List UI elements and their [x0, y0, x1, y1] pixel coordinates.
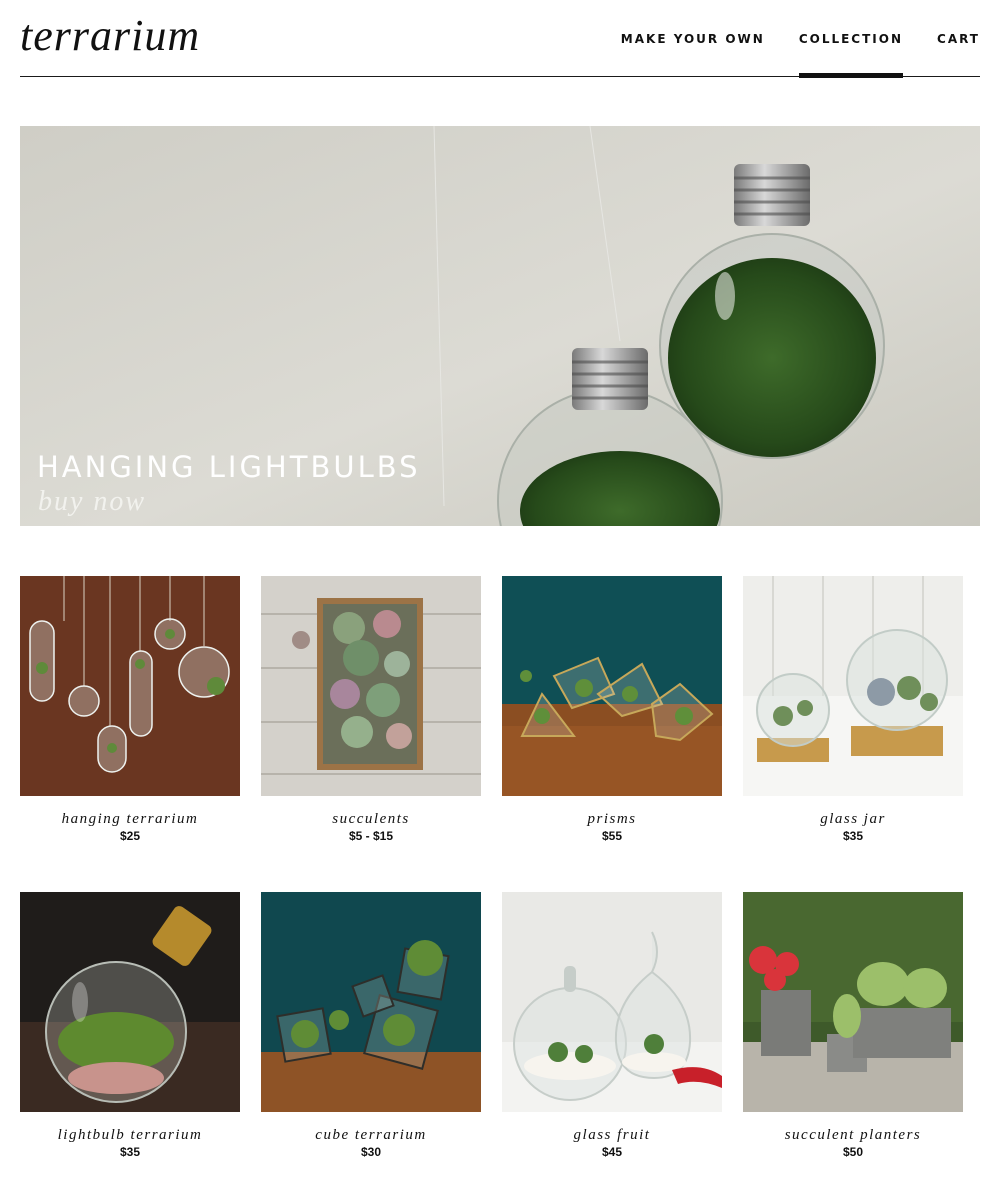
- nav-collection[interactable]: COLLECTION: [798, 0, 904, 78]
- product-price: $45: [601, 1145, 623, 1159]
- product-price: $55: [601, 829, 623, 843]
- product-price: $35: [842, 829, 864, 843]
- product-name[interactable]: prisms: [502, 811, 722, 828]
- product-image-glass-fruit[interactable]: [502, 892, 722, 1112]
- product-image-prisms[interactable]: [502, 576, 722, 796]
- product-image-glass-jar[interactable]: [743, 576, 963, 796]
- product-card[interactable]: succulent planters $50: [743, 892, 963, 1159]
- nav-make-your-own[interactable]: MAKE YOUR OWN: [621, 0, 765, 77]
- product-card[interactable]: glass jar $35: [743, 576, 963, 843]
- hero-banner[interactable]: HANGING LIGHTBULBS buy now: [20, 126, 980, 526]
- product-card[interactable]: succulents $5 - $15: [261, 576, 481, 843]
- product-price: $50: [842, 1145, 864, 1159]
- product-image-hanging-terrarium[interactable]: [20, 576, 240, 796]
- product-card[interactable]: glass fruit $45: [502, 892, 722, 1159]
- product-image-cube-terrarium[interactable]: [261, 892, 481, 1112]
- nav-cart[interactable]: CART: [937, 0, 980, 77]
- product-price: $25: [119, 829, 141, 843]
- main-nav: MAKE YOUR OWN COLLECTION CART: [621, 0, 980, 78]
- hero-title[interactable]: HANGING LIGHTBULBS: [37, 450, 421, 484]
- product-image-succulent-planters[interactable]: [743, 892, 963, 1112]
- site-logo[interactable]: terrarium: [20, 10, 200, 61]
- product-price: $5 - $15: [348, 829, 394, 843]
- product-name[interactable]: lightbulb terrarium: [20, 1127, 240, 1144]
- product-name[interactable]: glass jar: [743, 811, 963, 828]
- product-card[interactable]: hanging terrarium $25: [20, 576, 240, 843]
- hero-buy-now-link[interactable]: buy now: [38, 486, 146, 518]
- product-name[interactable]: glass fruit: [502, 1127, 722, 1144]
- product-image-lightbulb-terrarium[interactable]: [20, 892, 240, 1112]
- product-name[interactable]: succulents: [261, 811, 481, 828]
- product-name[interactable]: cube terrarium: [261, 1127, 481, 1144]
- product-card[interactable]: prisms $55: [502, 576, 722, 843]
- product-price: $35: [119, 1145, 141, 1159]
- product-image-succulents[interactable]: [261, 576, 481, 796]
- product-price: $30: [360, 1145, 382, 1159]
- product-card[interactable]: cube terrarium $30: [261, 892, 481, 1159]
- product-card[interactable]: lightbulb terrarium $35: [20, 892, 240, 1159]
- product-name[interactable]: succulent planters: [743, 1127, 963, 1144]
- site-header: terrarium MAKE YOUR OWN COLLECTION CART: [20, 0, 980, 78]
- product-name[interactable]: hanging terrarium: [20, 811, 240, 828]
